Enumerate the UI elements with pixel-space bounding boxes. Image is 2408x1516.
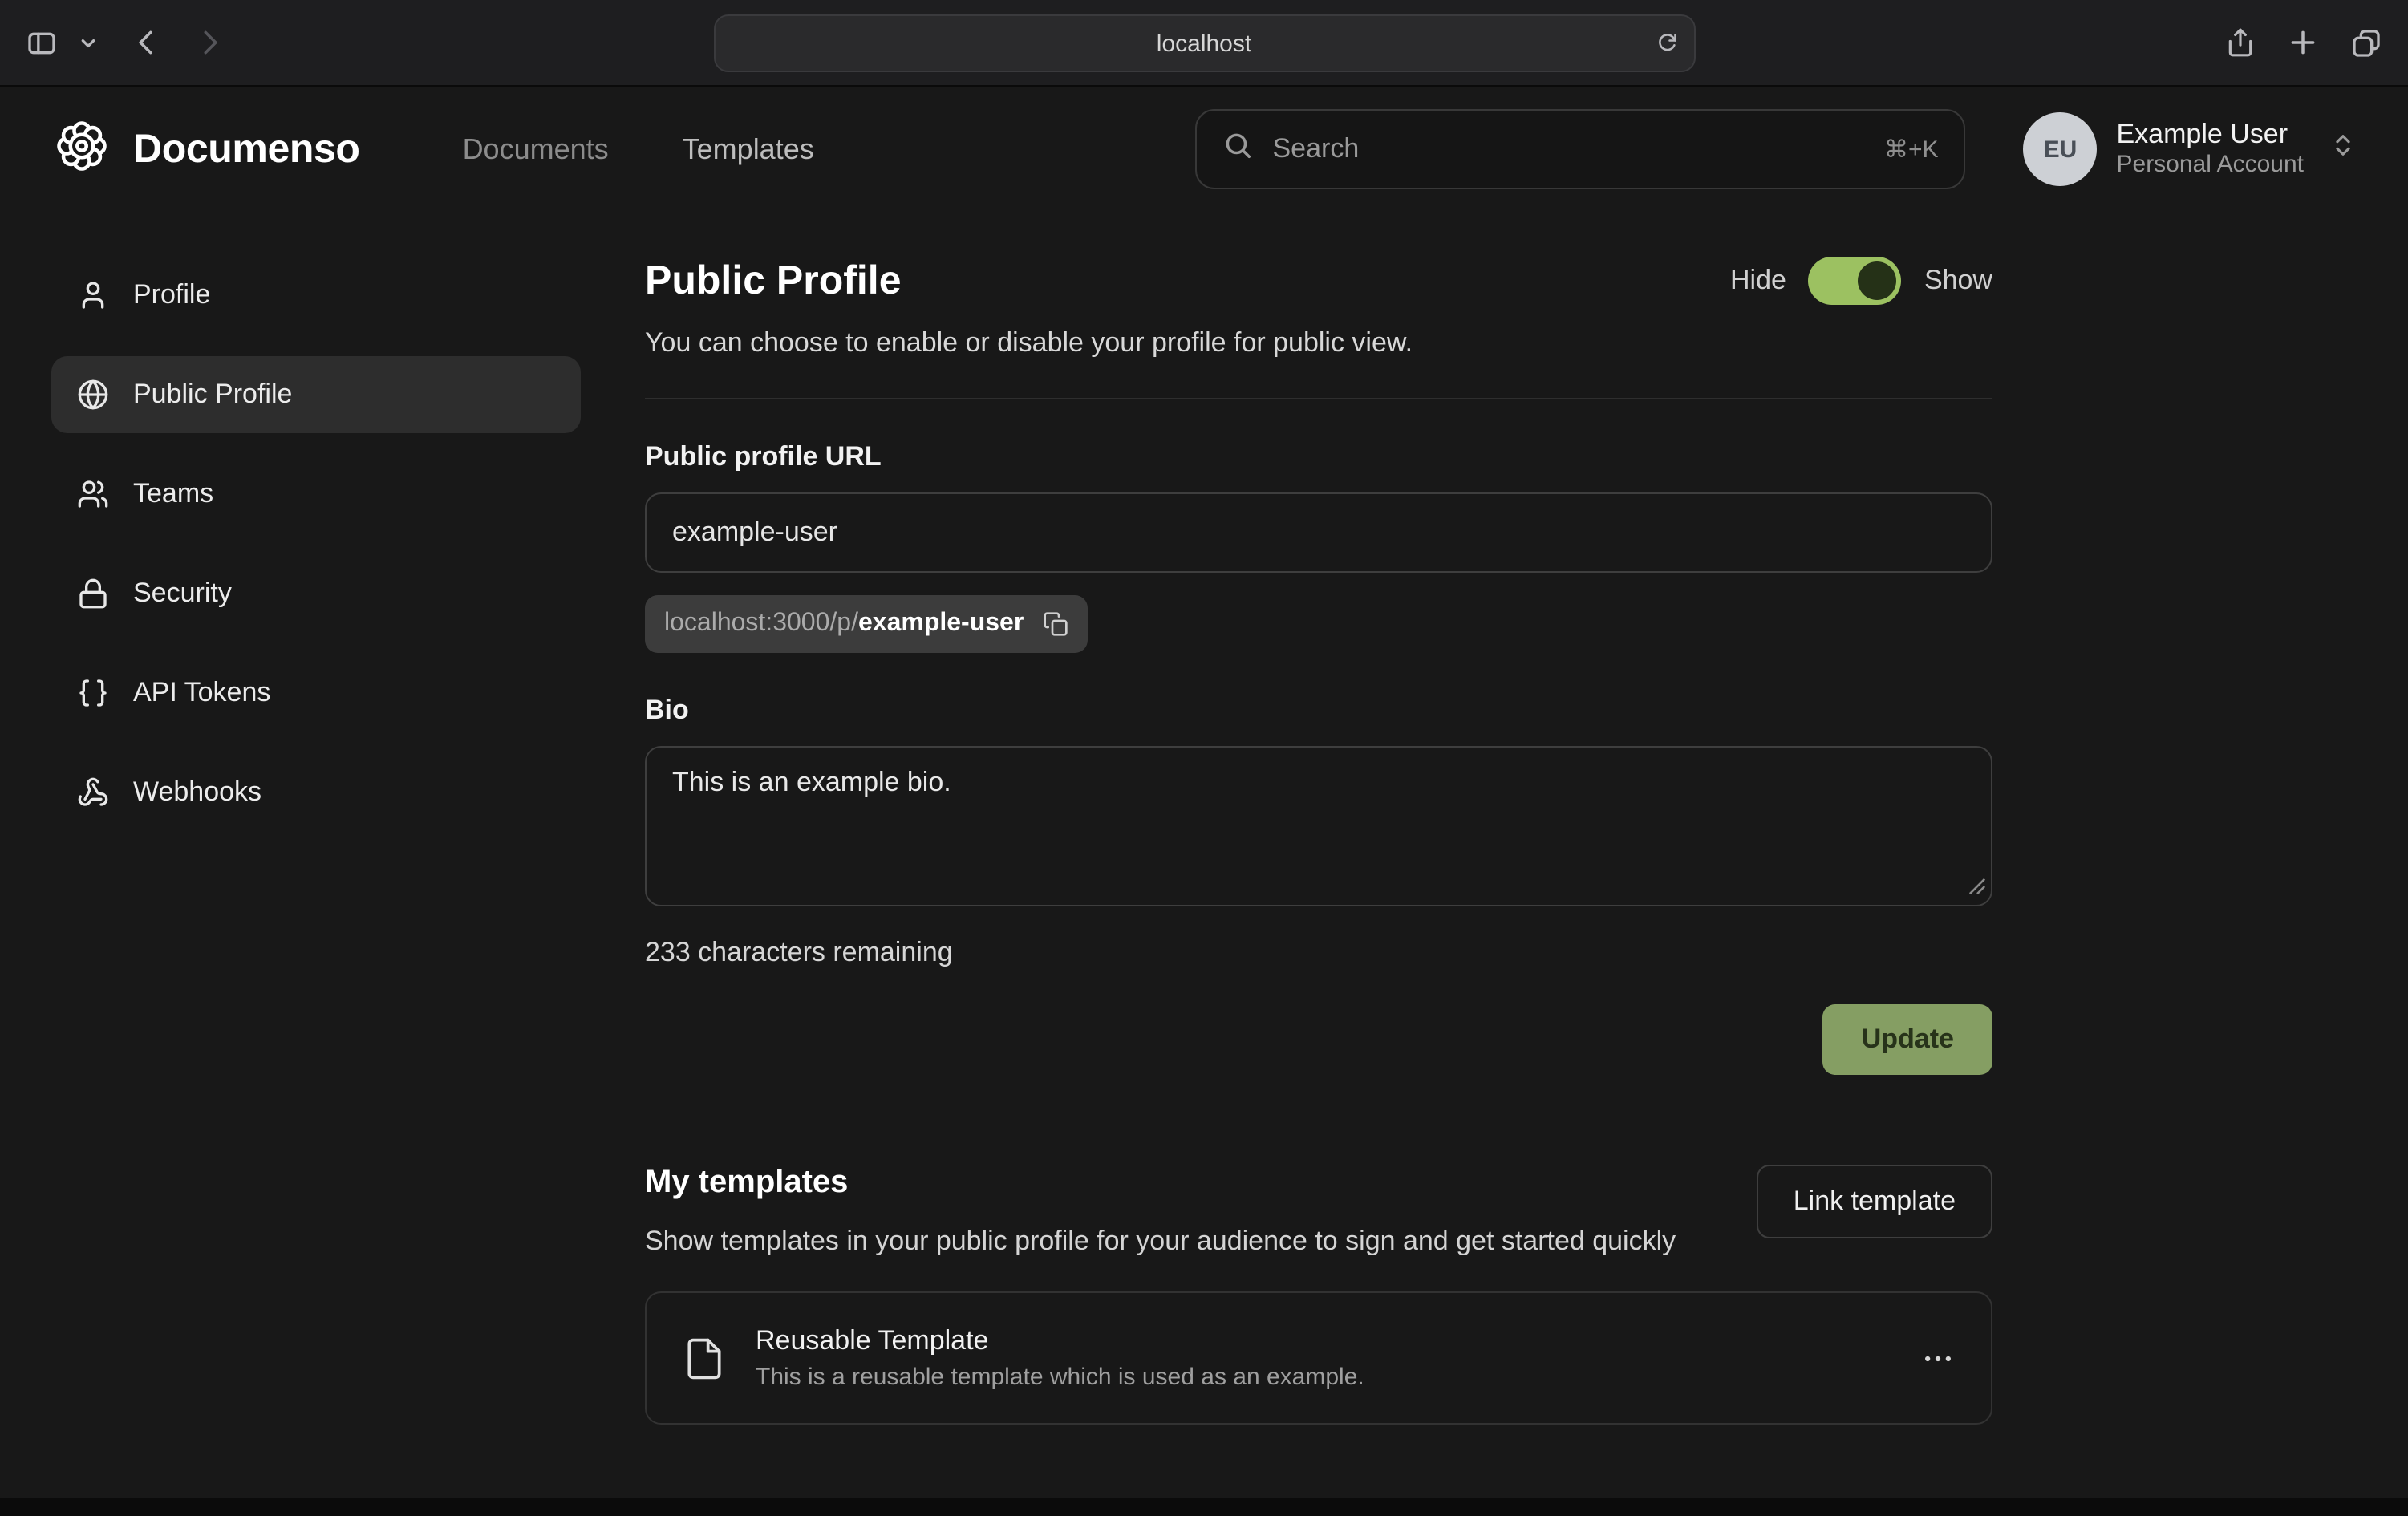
resize-handle-icon[interactable] [1968, 874, 1986, 903]
sidebar-item-webhooks[interactable]: Webhooks [51, 754, 581, 831]
nav-templates[interactable]: Templates [683, 132, 814, 166]
url-field-label: Public profile URL [645, 441, 1992, 473]
file-icon [682, 1333, 727, 1384]
search-label: Search [1273, 133, 1360, 165]
webhook-icon [77, 776, 109, 809]
my-templates-description: Show templates in your public profile fo… [645, 1221, 1676, 1263]
profile-visibility-toggle[interactable] [1809, 257, 1902, 305]
url-preview-slug: example-user [858, 610, 1024, 637]
users-icon [77, 478, 109, 510]
brand-name: Documenso [133, 126, 360, 172]
forward-icon [194, 27, 225, 58]
my-templates-title: My templates [645, 1165, 1676, 1202]
avatar: EU [2024, 112, 2098, 186]
divider [645, 398, 1992, 399]
window-bottom-edge [0, 1498, 2408, 1516]
update-button[interactable]: Update [1823, 1004, 1992, 1075]
sidebar-item-security[interactable]: Security [51, 555, 581, 632]
browser-chrome: localhost [0, 0, 2408, 87]
back-icon[interactable] [132, 27, 162, 58]
address-bar[interactable]: localhost [713, 14, 1695, 72]
url-preview-text: localhost:3000/p/example-user [664, 610, 1024, 638]
hide-label: Hide [1730, 265, 1786, 297]
account-menu[interactable]: EU Example User Personal Account [2024, 112, 2357, 186]
search-icon [1223, 130, 1254, 168]
share-icon[interactable] [2225, 27, 2256, 58]
bio-textarea[interactable]: This is an example bio. [645, 746, 1992, 906]
public-profile-url-input[interactable] [645, 492, 1992, 573]
content: Profile Public Profile Teams Security [0, 212, 2408, 1425]
search-shortcut: ⌘+K [1884, 135, 1939, 164]
sidebar-item-label: Public Profile [133, 379, 292, 411]
sidebar-item-public-profile[interactable]: Public Profile [51, 356, 581, 433]
copy-icon[interactable] [1043, 611, 1068, 637]
template-description: This is a reusable template which is use… [756, 1364, 1364, 1392]
show-label: Show [1924, 265, 1992, 297]
bio-field-label: Bio [645, 695, 1992, 727]
characters-remaining: 233 characters remaining [645, 937, 1992, 969]
template-name: Reusable Template [756, 1326, 1364, 1358]
new-tab-icon[interactable] [2288, 27, 2318, 58]
top-nav: Documents Templates [463, 132, 814, 166]
chevrons-up-down-icon [2329, 132, 2357, 167]
url-preview-chip: localhost:3000/p/example-user [645, 595, 1088, 653]
sidebar-item-label: API Tokens [133, 677, 270, 709]
braces-icon [77, 677, 109, 709]
sidebar-item-api-tokens[interactable]: API Tokens [51, 655, 581, 732]
tab-group-chevron-icon[interactable] [80, 34, 96, 51]
sidebar-item-teams[interactable]: Teams [51, 456, 581, 533]
link-template-button[interactable]: Link template [1757, 1165, 1992, 1238]
page-title: Public Profile [645, 257, 902, 304]
visibility-control: Hide Show [1730, 257, 1992, 305]
sidebar-item-profile[interactable]: Profile [51, 257, 581, 334]
sidebar-item-label: Profile [133, 279, 210, 311]
template-card: Reusable Template This is a reusable tem… [645, 1292, 1992, 1425]
address-bar-text: localhost [1157, 30, 1251, 57]
sidebar-item-label: Teams [133, 478, 213, 510]
globe-icon [77, 379, 109, 411]
lock-icon [77, 578, 109, 610]
search-bar[interactable]: Search ⌘+K [1196, 109, 1966, 189]
sidebar-item-label: Webhooks [133, 776, 261, 809]
brand[interactable]: Documenso [51, 115, 360, 184]
account-name: Example User [2117, 117, 2305, 152]
page-subtitle: You can choose to enable or disable your… [645, 327, 1992, 359]
sidebar-toggle-icon[interactable] [26, 26, 58, 59]
reload-icon[interactable] [1655, 32, 1677, 55]
app-header: Documenso Documents Templates Search ⌘+K… [0, 87, 2408, 212]
account-type: Personal Account [2117, 152, 2305, 182]
nav-documents[interactable]: Documents [463, 132, 609, 166]
settings-sidebar: Profile Public Profile Teams Security [51, 257, 581, 1425]
documenso-logo-icon [51, 115, 112, 184]
ellipsis-icon[interactable] [1920, 1341, 1956, 1376]
sidebar-item-label: Security [133, 578, 232, 610]
toggle-knob [1859, 261, 1897, 300]
user-icon [77, 279, 109, 311]
screen: localhost [0, 0, 2408, 1516]
main-panel: Public Profile Hide Show You can choose … [645, 257, 1992, 1425]
tab-overview-icon[interactable] [2350, 26, 2382, 59]
